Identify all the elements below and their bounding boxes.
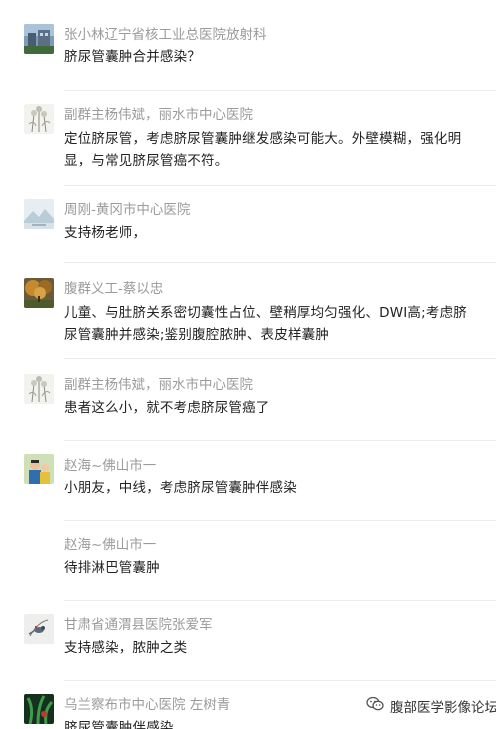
avatar[interactable] [24, 374, 54, 404]
flower-sketch-avatar [24, 374, 54, 404]
comment-author[interactable]: 副群主杨伟斌，丽水市中心医院 [64, 106, 253, 124]
comment-text: 小朋友，中线，考虑脐尿管囊肿伴感染 [64, 480, 297, 496]
comment-text: 儿童、与肚脐关系密切囊性占位、壁稍厚均匀强化、DWI高;考虑脐尿管囊肿并感染;鉴… [64, 305, 467, 343]
avatar[interactable] [24, 614, 54, 644]
mountain-landscape-avatar [24, 199, 54, 229]
comment-text: 脐尿管囊肿伴感染 [64, 720, 174, 729]
watermark-text: 腹部医学影像论坛 [390, 700, 496, 716]
comment-item: 赵海~佛山市一 待排淋巴管囊肿 [0, 520, 496, 600]
comment-item: 周刚-黄冈市中心医院 支持杨老师， [0, 185, 496, 262]
bird-sketch-avatar [24, 614, 54, 644]
comment-item: 甘肃省通渭县医院张爱军 支持感染，脓肿之类 [0, 600, 496, 680]
autumn-tree-avatar [24, 278, 54, 308]
flower-sketch-avatar [24, 104, 54, 134]
avatar[interactable] [24, 278, 54, 308]
comment-text: 定位脐尿管，考虑脐尿管囊肿继发感染可能大。外壁模糊，强化明显，与常见脐尿管癌不符… [64, 131, 462, 169]
watermark: 腹部医学影像论坛 [360, 694, 496, 718]
comment-author[interactable]: 腹群义工-蔡以忠 [64, 280, 163, 298]
comment-author[interactable]: 张小林辽宁省核工业总医院放射科 [64, 26, 267, 44]
comment-author[interactable]: 赵海~佛山市一 [64, 536, 156, 554]
comment-item: 副群主杨伟斌，丽水市中心医院 定位脐尿管，考虑脐尿管囊肿继发感染可能大。外壁模糊… [0, 90, 496, 185]
wechat-icon [366, 696, 384, 716]
comment-author[interactable]: 周刚-黄冈市中心医院 [64, 201, 190, 219]
avatar[interactable] [24, 199, 54, 229]
comment-item: 张小林辽宁省核工业总医院放射科 脐尿管囊肿合并感染？ [0, 0, 496, 90]
people-photo-avatar [24, 454, 54, 484]
avatar[interactable] [24, 104, 54, 134]
comment-text: 患者这么小，就不考虑脐尿管癌了 [64, 400, 270, 416]
comment-text: 支持杨老师， [64, 225, 147, 241]
comment-author[interactable]: 乌兰察布市中心医院 左树青 [64, 696, 230, 714]
comment-item: 副群主杨伟斌，丽水市中心医院 患者这么小，就不考虑脐尿管癌了 [0, 358, 496, 440]
green-plant-avatar [24, 694, 54, 724]
comment-author[interactable]: 赵海~佛山市一 [64, 457, 156, 475]
comment-text: 待排淋巴管囊肿 [64, 560, 160, 576]
building-photo-avatar [24, 24, 54, 54]
comment-text: 支持感染，脓肿之类 [64, 640, 188, 656]
comment-item: 赵海~佛山市一 小朋友，中线，考虑脐尿管囊肿伴感染 [0, 440, 496, 520]
comment-item: 腹群义工-蔡以忠 儿童、与肚脐关系密切囊性占位、壁稍厚均匀强化、DWI高;考虑脐… [0, 262, 496, 358]
comment-text: 脐尿管囊肿合并感染？ [64, 49, 201, 65]
comment-author[interactable]: 副群主杨伟斌，丽水市中心医院 [64, 376, 253, 394]
avatar[interactable] [24, 694, 54, 724]
comment-author[interactable]: 甘肃省通渭县医院张爱军 [64, 616, 213, 634]
avatar[interactable] [24, 454, 54, 484]
avatar[interactable] [24, 24, 54, 54]
